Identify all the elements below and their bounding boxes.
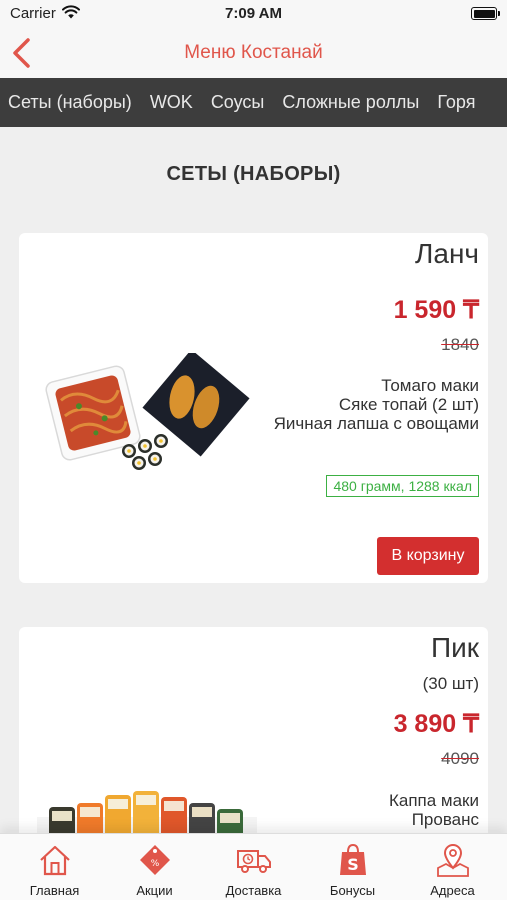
tab-home[interactable]: Главная <box>4 834 105 900</box>
delivery-truck-icon <box>237 850 271 873</box>
product-quantity: (30 шт) <box>422 674 479 693</box>
product-old-price: 1840 <box>441 335 479 354</box>
map-pin-icon <box>437 844 469 877</box>
product-ingredients: Томаго маки Сяке топай (2 шт) Яичная лап… <box>249 376 479 433</box>
product-price: 3 890 ₸ <box>393 710 479 738</box>
ingredient-line: Томаго маки <box>381 376 479 395</box>
discount-tag-icon: % <box>140 845 170 875</box>
category-bar[interactable]: Сеты (наборы) WOK Соусы Сложные роллы Горя <box>0 78 507 127</box>
tab-label: Доставка <box>225 883 282 898</box>
category-tab[interactable]: Горя <box>437 78 475 127</box>
tab-bonuses[interactable]: S Бонусы <box>302 834 403 900</box>
product-name: Пик <box>430 632 479 663</box>
ingredient-line: Прованс <box>411 810 479 829</box>
category-tab[interactable]: Сложные роллы <box>282 78 419 127</box>
shopping-bag-icon: S <box>340 843 366 875</box>
category-tab[interactable]: Сеты (наборы) <box>8 78 132 127</box>
nav-bar: Меню Костанай <box>0 28 507 78</box>
battery-icon <box>471 7 500 20</box>
ingredient-line: Яичная лапша с овощами <box>273 414 479 433</box>
bottom-tab-bar: Главная % Акции Доставка S Бонусы Адреса <box>0 833 507 900</box>
product-card[interactable]: Ланч 1 590 ₸ 1840 Томаго маки Сяке топай… <box>19 233 488 583</box>
tab-label: Главная <box>29 883 80 898</box>
clock: 7:09 AM <box>225 5 282 22</box>
product-ingredients: Каппа маки Прованс <box>249 791 479 829</box>
add-to-cart-button[interactable]: В корзину <box>377 537 479 575</box>
status-bar: Carrier 7:09 AM <box>0 0 507 28</box>
nutrition-badge: 480 грамм, 1288 ккал <box>326 475 479 497</box>
product-name: Ланч <box>415 238 479 269</box>
svg-text:%: % <box>151 859 160 869</box>
tab-label: Бонусы <box>329 883 376 898</box>
product-old-price: 4090 <box>441 749 479 768</box>
product-image <box>45 353 250 470</box>
category-tab[interactable]: WOK <box>150 78 193 127</box>
product-price: 1 590 ₸ <box>393 296 479 324</box>
svg-text:S: S <box>347 855 359 874</box>
home-icon <box>40 845 70 876</box>
ingredient-line: Сяке топай (2 шт) <box>338 395 479 414</box>
page-title: Меню Костанай <box>184 42 323 63</box>
tab-promotions[interactable]: % Акции <box>104 834 205 900</box>
section-title: СЕТЫ (НАБОРЫ) <box>166 163 341 185</box>
tab-addresses[interactable]: Адреса <box>402 834 503 900</box>
tab-delivery[interactable]: Доставка <box>203 834 304 900</box>
tab-label: Акции <box>136 883 173 898</box>
category-tab[interactable]: Соусы <box>211 78 265 127</box>
tab-label: Адреса <box>430 883 475 898</box>
ingredient-line: Каппа маки <box>388 791 479 810</box>
